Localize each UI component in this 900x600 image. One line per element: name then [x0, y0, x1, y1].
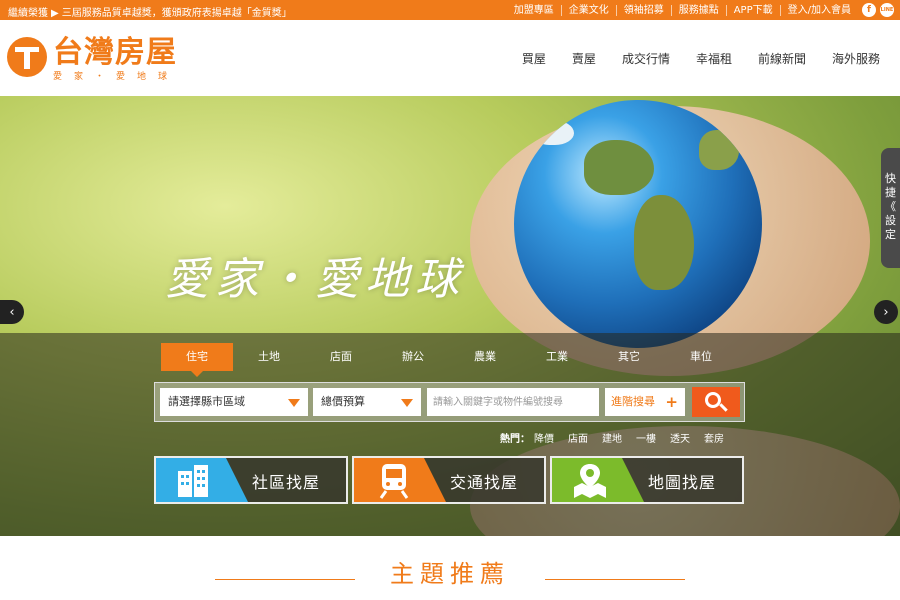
next-slide-button[interactable]: ›	[874, 300, 898, 324]
map-search-label: 地圖找屋	[648, 473, 717, 492]
hot-keywords: 熱門： 降價 店面 建地 一樓 透天 套房	[500, 430, 724, 445]
link-app-download[interactable]: APP下載	[725, 4, 780, 16]
search-panel: 住宅 土地 店面 辦公 農業 工業 其它 車位 請選擇縣市區域 總價預算 進階搜…	[0, 333, 900, 536]
region-select-value: 請選擇縣市區域	[168, 395, 245, 408]
hot-keyword[interactable]: 套房	[704, 430, 724, 445]
nav-buy[interactable]: 買屋	[522, 50, 546, 67]
link-recruit[interactable]: 領袖招募	[615, 4, 671, 16]
advanced-search-button[interactable]: 進階搜尋 +	[605, 388, 685, 416]
header: 台灣房屋 愛家・愛地球 買屋 賣屋 成交行情 幸福租 前線新聞 海外服務	[0, 20, 900, 96]
divider-right	[545, 579, 685, 580]
nav-news[interactable]: 前線新聞	[758, 50, 806, 67]
ticker-text: 三屆服務品質卓越獎，獲頒政府表揚卓越「金質獎」	[61, 8, 292, 19]
hot-keyword[interactable]: 建地	[602, 430, 622, 445]
site-logo[interactable]: 台灣房屋 愛家・愛地球	[7, 37, 179, 82]
top-links: 加盟專區 企業文化 領袖招募 服務據點 APP下載 登入/加入會員 f LINE	[507, 0, 894, 20]
quick-settings-char: 定	[885, 228, 896, 241]
hot-keyword[interactable]: 透天	[670, 430, 690, 445]
logo-t-icon	[7, 37, 47, 77]
facebook-icon[interactable]: f	[862, 3, 876, 17]
link-culture[interactable]: 企業文化	[560, 4, 616, 16]
tab-other[interactable]: 其它	[593, 343, 665, 371]
tab-agriculture[interactable]: 農業	[449, 343, 521, 371]
nav-market-price[interactable]: 成交行情	[622, 50, 670, 67]
search-bar: 請選擇縣市區域 總價預算 進階搜尋 +	[154, 382, 745, 422]
advanced-search-label: 進階搜尋	[611, 395, 655, 408]
link-locations[interactable]: 服務據點	[670, 4, 726, 16]
hot-keyword[interactable]: 店面	[568, 430, 588, 445]
logo-title: 台灣房屋	[53, 35, 177, 70]
map-pin-icon	[552, 458, 644, 502]
earth-globe-image	[514, 100, 762, 348]
caret-down-icon	[288, 399, 300, 407]
news-ticker[interactable]: 繼續榮獲 ▶ 三屆服務品質卓越獎，獲頒政府表揚卓越「金質獎」	[8, 4, 292, 19]
caret-down-icon	[401, 399, 413, 407]
building-icon	[156, 458, 248, 502]
prev-slide-button[interactable]: ‹	[0, 300, 24, 324]
community-search-button[interactable]: 社區找屋	[154, 456, 348, 504]
keyword-search-input[interactable]	[427, 388, 599, 416]
property-type-tabs: 住宅 土地 店面 辦公 農業 工業 其它 車位	[161, 343, 737, 377]
tab-parking[interactable]: 車位	[665, 343, 737, 371]
nav-rent[interactable]: 幸福租	[696, 50, 732, 67]
plus-icon: +	[665, 393, 678, 411]
budget-select-value: 總價預算	[321, 395, 365, 408]
search-button[interactable]	[692, 387, 740, 417]
double-chevron-left-icon: 《	[885, 200, 896, 213]
line-icon[interactable]: LINE	[880, 3, 894, 17]
community-search-label: 社區找屋	[252, 473, 321, 492]
quick-settings-char: 快	[885, 172, 896, 185]
tab-office[interactable]: 辦公	[377, 343, 449, 371]
hero-banner: 愛家・愛地球 ‹ › 快 捷 《 設 定 住宅 土地 店面 辦公 農業 工業 其…	[0, 96, 900, 536]
quick-settings-char: 捷	[885, 186, 896, 199]
theme-section: 主題推薦	[0, 536, 900, 600]
transit-search-button[interactable]: 交通找屋	[352, 456, 546, 504]
train-icon	[354, 458, 446, 502]
nav-overseas[interactable]: 海外服務	[832, 50, 880, 67]
budget-select[interactable]: 總價預算	[313, 388, 421, 416]
quick-settings-tab[interactable]: 快 捷 《 設 定	[881, 148, 900, 268]
tab-residential[interactable]: 住宅	[161, 343, 233, 377]
tab-storefront[interactable]: 店面	[305, 343, 377, 371]
transit-search-label: 交通找屋	[450, 473, 519, 492]
logo-subtitle: 愛家・愛地球	[53, 72, 180, 82]
hot-label: 熱門：	[500, 434, 530, 445]
map-search-button[interactable]: 地圖找屋	[550, 456, 744, 504]
ticker-label: 繼續榮獲	[8, 8, 48, 19]
hot-keyword[interactable]: 降價	[534, 430, 554, 445]
link-login[interactable]: 登入/加入會員	[779, 4, 858, 16]
section-title: 主題推薦	[390, 560, 510, 588]
top-bar: 繼續榮獲 ▶ 三屆服務品質卓越獎，獲頒政府表揚卓越「金質獎」 加盟專區 企業文化 領…	[0, 0, 900, 20]
tab-industrial[interactable]: 工業	[521, 343, 593, 371]
play-arrow-icon: ▶	[51, 8, 59, 19]
quick-settings-char: 設	[885, 214, 896, 227]
nav-sell[interactable]: 賣屋	[572, 50, 596, 67]
region-select[interactable]: 請選擇縣市區域	[160, 388, 308, 416]
hero-slogan: 愛家・愛地球	[165, 254, 465, 305]
hot-keyword[interactable]: 一樓	[636, 430, 656, 445]
main-nav: 買屋 賣屋 成交行情 幸福租 前線新聞 海外服務	[496, 50, 880, 67]
tab-land[interactable]: 土地	[233, 343, 305, 371]
link-franchise[interactable]: 加盟專區	[507, 5, 561, 16]
